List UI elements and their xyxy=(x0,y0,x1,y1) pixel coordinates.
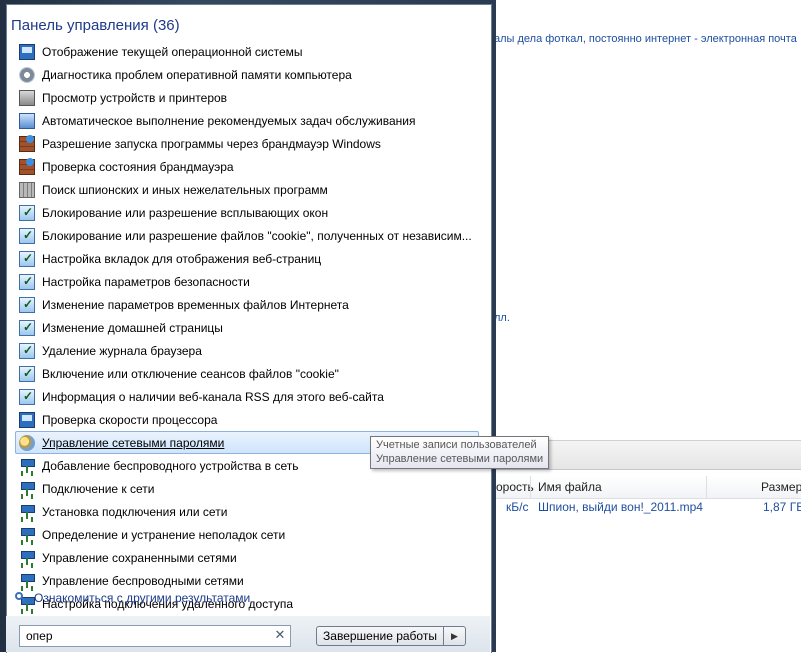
results-group-title[interactable]: Панель управления (36) xyxy=(11,17,180,34)
clear-search-icon[interactable]: ✕ xyxy=(272,627,288,643)
result-item[interactable]: Блокирование или разрешение файлов "cook… xyxy=(15,224,479,247)
monitor-icon xyxy=(19,43,35,60)
result-item[interactable]: Проверка состояния брандмауэра xyxy=(15,155,479,178)
result-item-label: Настройка параметров безопасности xyxy=(42,274,250,289)
result-item[interactable]: Просмотр устройств и принтеров xyxy=(15,86,479,109)
column-speed[interactable]: орость xyxy=(496,476,534,498)
more-results-label: Ознакомиться с другими результатами xyxy=(34,591,251,605)
result-item[interactable]: Удаление журнала браузера xyxy=(15,339,479,362)
result-item[interactable]: Проверка скорости процессора xyxy=(15,408,479,431)
gear-icon xyxy=(19,66,35,83)
result-item-label: Управление сохраненными сетями xyxy=(42,550,237,565)
result-item-label: Информация о наличии веб-канала RSS для … xyxy=(42,389,384,404)
result-item-label: Включение или отключение сеансов файлов … xyxy=(42,366,339,381)
download-size-cell: 1,87 ГБ xyxy=(763,500,801,514)
result-item[interactable]: Установка подключения или сети xyxy=(15,500,479,523)
tooltip-line-2: Управление сетевыми паролями xyxy=(376,453,544,465)
result-item[interactable]: Диагностика проблем оперативной памяти к… xyxy=(15,63,479,86)
result-item-label: Просмотр устройств и принтеров xyxy=(42,90,228,105)
internet-options-icon xyxy=(19,342,35,359)
tooltip-line-1: Учетные записи пользователей xyxy=(376,439,537,451)
background-window-text: алы дела фоткал, постоянно интернет - эл… xyxy=(494,33,797,45)
start-search-input[interactable] xyxy=(19,625,291,647)
shutdown-button[interactable]: Завершение работы xyxy=(316,626,444,646)
result-item[interactable]: Управление сохраненными сетями xyxy=(15,546,479,569)
tooltip: Учетные записи пользователей Управление … xyxy=(370,436,550,469)
result-item[interactable]: Поиск шпионских и иных нежелательных про… xyxy=(15,178,479,201)
download-filename-cell[interactable]: Шпион, выйди вон!_2011.mp4 xyxy=(538,500,703,514)
column-size[interactable]: Размер xyxy=(761,476,801,498)
result-item[interactable]: Изменение домашней страницы xyxy=(15,316,479,339)
result-item[interactable]: Включение или отключение сеансов файлов … xyxy=(15,362,479,385)
result-item-label: Автоматическое выполнение рекомендуемых … xyxy=(42,113,416,128)
result-item[interactable]: Настройка параметров безопасности xyxy=(15,270,479,293)
result-item[interactable]: Автоматическое выполнение рекомендуемых … xyxy=(15,109,479,132)
result-item-label: Отображение текущей операционной системы xyxy=(42,44,303,59)
internet-options-icon xyxy=(19,388,35,405)
result-item[interactable]: Блокирование или разрешение всплывающих … xyxy=(15,201,479,224)
result-item[interactable]: Определение и устранение неполадок сети xyxy=(15,523,479,546)
network-icon xyxy=(19,457,35,474)
network-icon xyxy=(19,480,35,497)
result-item-label: Установка подключения или сети xyxy=(42,504,228,519)
internet-options-icon xyxy=(19,319,35,336)
result-item-label: Блокирование или разрешение файлов "cook… xyxy=(42,228,472,243)
task-icon xyxy=(19,112,35,129)
result-item-label: Управление сетевыми паролями xyxy=(42,435,225,450)
background-window-text-fragment: лл. xyxy=(494,312,510,324)
result-item-label: Проверка скорости процессора xyxy=(42,412,218,427)
firewall-icon xyxy=(19,157,35,175)
search-icon xyxy=(15,591,28,605)
result-item-label: Настройка вкладок для отображения веб-ст… xyxy=(42,251,322,266)
user-accounts-icon xyxy=(19,434,35,451)
result-item-label: Изменение домашней страницы xyxy=(42,320,223,335)
internet-options-icon xyxy=(19,365,35,382)
result-item[interactable]: Разрешение запуска программы через бранд… xyxy=(15,132,479,155)
column-filename[interactable]: Имя файла xyxy=(538,476,602,498)
result-item-label: Добавление беспроводного устройства в се… xyxy=(42,458,299,473)
internet-options-icon xyxy=(19,273,35,290)
download-speed-cell: кБ/с xyxy=(506,500,529,514)
result-item-label: Определение и устранение неполадок сети xyxy=(42,527,286,542)
result-item-label: Разрешение запуска программы через бранд… xyxy=(42,136,381,151)
result-item[interactable]: Отображение текущей операционной системы xyxy=(15,40,479,63)
monitor-icon xyxy=(19,411,35,428)
result-item[interactable]: Подключение к сети xyxy=(15,477,479,500)
result-item-label: Подключение к сети xyxy=(42,481,155,496)
result-item-label: Удаление журнала браузера xyxy=(42,343,202,358)
result-item-label: Поиск шпионских и иных нежелательных про… xyxy=(42,182,328,197)
internet-options-icon xyxy=(19,204,35,221)
more-results-link[interactable]: Ознакомиться с другими результатами xyxy=(15,589,250,607)
column-separator[interactable] xyxy=(530,476,531,498)
network-icon xyxy=(19,549,35,566)
internet-options-icon xyxy=(19,296,35,313)
network-icon xyxy=(19,503,35,520)
result-item[interactable]: Изменение параметров временных файлов Ин… xyxy=(15,293,479,316)
column-separator[interactable] xyxy=(706,476,707,498)
printer-icon xyxy=(19,89,35,106)
result-item-label: Проверка состояния брандмауэра xyxy=(42,159,234,174)
result-item-label: Блокирование или разрешение всплывающих … xyxy=(42,205,329,220)
network-icon xyxy=(19,526,35,543)
firewall-icon xyxy=(19,134,35,152)
result-item-label: Изменение параметров временных файлов Ин… xyxy=(42,297,349,312)
search-results-list: Отображение текущей операционной системы… xyxy=(15,40,479,615)
result-item-label: Диагностика проблем оперативной памяти к… xyxy=(42,67,352,82)
result-item-label: Управление беспроводными сетями xyxy=(42,573,244,588)
internet-options-icon xyxy=(19,250,35,267)
result-item[interactable]: Информация о наличии веб-канала RSS для … xyxy=(15,385,479,408)
result-item[interactable]: Настройка вкладок для отображения веб-ст… xyxy=(15,247,479,270)
internet-options-icon xyxy=(19,227,35,244)
shutdown-options-arrow[interactable]: ▶ xyxy=(443,626,466,646)
network-icon xyxy=(19,572,35,589)
defender-icon xyxy=(19,181,35,198)
